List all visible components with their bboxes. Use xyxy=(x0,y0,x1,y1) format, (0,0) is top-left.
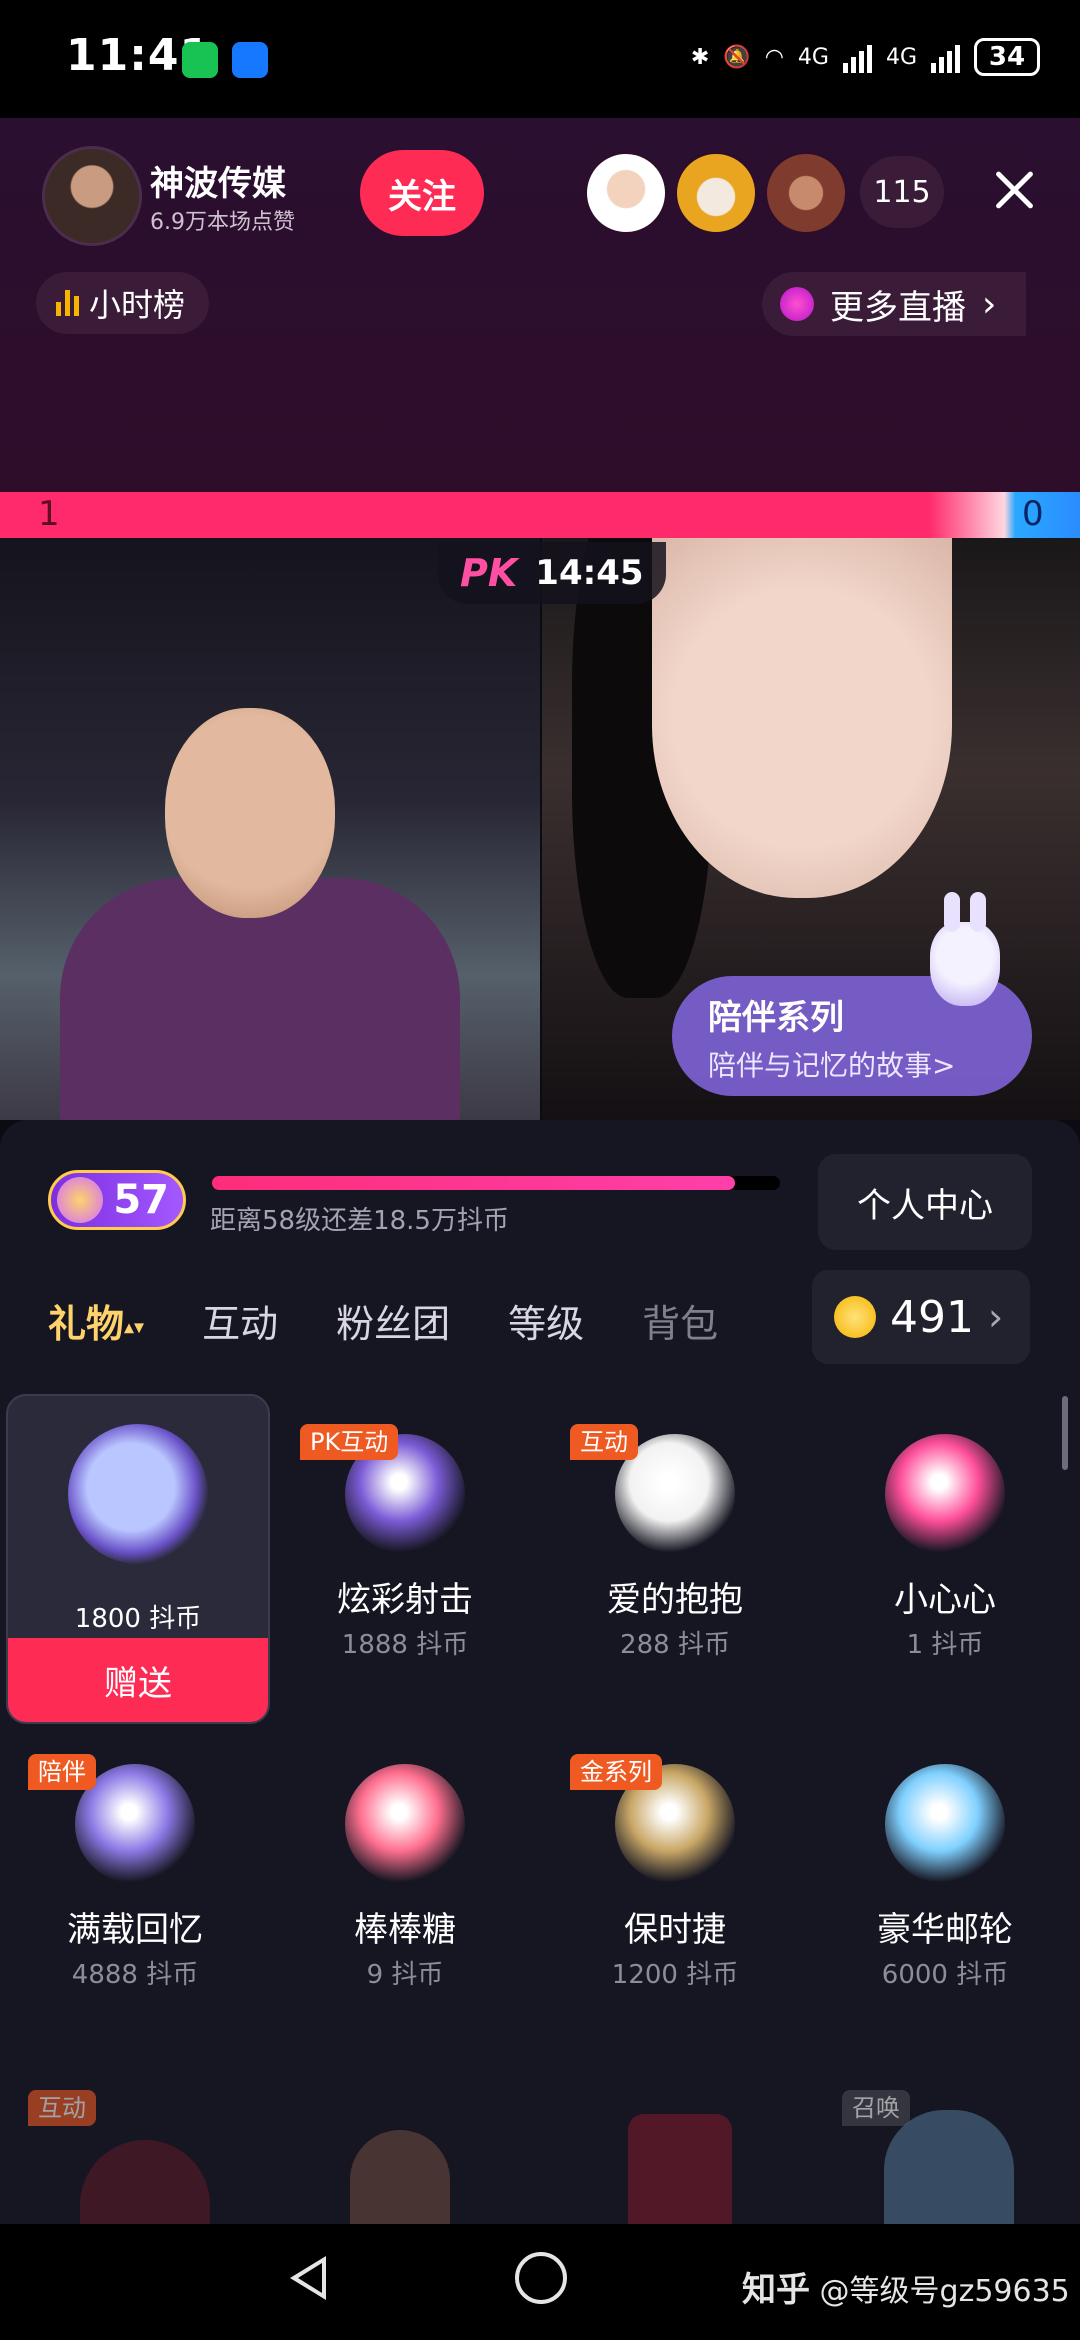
more-live-button[interactable]: 更多直播 › xyxy=(762,272,1027,336)
gift-tag: PK互动 xyxy=(300,1424,399,1460)
mute-icon: 🔕 xyxy=(723,44,751,70)
chevron-right-icon: › xyxy=(987,1295,1004,1339)
bluetooth-icon: ✱ xyxy=(690,44,710,70)
host-name[interactable]: 神波传媒 xyxy=(150,156,286,205)
gift-name: 炫彩射击 xyxy=(337,1580,473,1620)
more-live-label: 更多直播 xyxy=(830,287,966,328)
gift-tag: 金系列 xyxy=(570,1754,662,1790)
pk-right-score: 0 xyxy=(1022,494,1044,534)
gift-tag: 召唤 xyxy=(842,2090,910,2126)
host-avatar[interactable] xyxy=(42,146,142,246)
gift-price: 1 抖币 xyxy=(906,1630,984,1660)
gift-price: 1200 抖币 xyxy=(611,1960,739,1990)
coin-balance: 491 xyxy=(890,1291,974,1343)
gift-name: 小心心 xyxy=(894,1580,996,1620)
wifi-icon: ◠ xyxy=(764,44,784,70)
gift-item[interactable]: 棒棒糖 9 抖币 xyxy=(270,1724,540,2054)
pk-left-score: 1 xyxy=(38,494,60,534)
follow-button[interactable]: 关注 xyxy=(360,150,484,236)
viewer-avatar[interactable] xyxy=(765,152,847,234)
level-hint: 距离58级还差18.5万抖币 xyxy=(210,1206,509,1236)
user-level: 57 xyxy=(113,1177,169,1223)
gift-tabs: 礼物▴▾ 互动 粉丝团 等级 背包 xyxy=(48,1290,718,1350)
companion-title: 陪伴系列 xyxy=(708,998,844,1038)
signal-icon-1 xyxy=(842,41,872,73)
gift-icon xyxy=(885,1764,1005,1884)
rank-bars-icon xyxy=(56,290,79,316)
host-face xyxy=(165,708,335,918)
gift-name: 豪华邮轮 xyxy=(877,1910,1013,1950)
bunny-mascot-icon xyxy=(930,892,1000,1006)
pk-logo: PK xyxy=(460,551,518,595)
viewer-avatar[interactable] xyxy=(585,152,667,234)
send-gift-button[interactable]: 赠送 xyxy=(8,1638,268,1722)
gift-icon xyxy=(885,1434,1005,1554)
gift-tag: 陪伴 xyxy=(28,1754,96,1790)
gift-price: 9 抖币 xyxy=(366,1960,444,1990)
back-icon[interactable] xyxy=(290,2256,326,2300)
home-icon[interactable] xyxy=(515,2252,567,2304)
watermark: 知乎 @等级号gz59635 xyxy=(742,2270,1070,2310)
alipay-notification-icon xyxy=(232,42,268,78)
partial-gift-icon[interactable] xyxy=(628,2114,732,2224)
wechat-notification-icon xyxy=(182,42,218,78)
viewer-count[interactable]: 115 xyxy=(860,156,944,228)
coin-icon xyxy=(834,1296,876,1338)
pk-score-bar xyxy=(0,492,1080,538)
bunny-moon-gift-icon xyxy=(68,1424,208,1564)
network-type-2: 4G xyxy=(885,44,917,70)
gift-name: 棒棒糖 xyxy=(354,1910,456,1950)
tab-level[interactable]: 等级 xyxy=(508,1293,584,1348)
user-level-badge[interactable]: 57 xyxy=(48,1170,186,1230)
hour-rank-label: 小时榜 xyxy=(89,286,186,324)
host-video-stream[interactable] xyxy=(0,538,540,1120)
tab-backpack[interactable]: 背包 xyxy=(642,1293,718,1348)
host-likes: 6.9万本场点赞 xyxy=(150,210,295,235)
coin-balance-button[interactable]: 491 › xyxy=(812,1270,1030,1364)
gift-item[interactable]: 豪华邮轮 6000 抖币 xyxy=(810,1724,1080,2054)
hour-rank-button[interactable]: 小时榜 xyxy=(36,272,210,334)
gift-item[interactable]: 互动爱的抱抱 288 抖币 xyxy=(540,1394,810,1724)
close-icon[interactable] xyxy=(990,165,1040,215)
gift-tag: 互动 xyxy=(28,2090,96,2126)
more-live-icon xyxy=(780,287,814,321)
gift-item[interactable]: PK互动炫彩射击 1888 抖币 xyxy=(270,1394,540,1724)
opponent-face xyxy=(652,538,952,898)
level-star-icon xyxy=(57,1177,103,1223)
signal-icon-2 xyxy=(931,41,960,73)
personal-center-button[interactable]: 个人中心 xyxy=(818,1154,1032,1250)
battery-icon: 34 xyxy=(974,38,1040,76)
gift-item[interactable]: 小心心 1 抖币 xyxy=(810,1394,1080,1724)
network-type-1: 4G xyxy=(797,44,829,70)
gift-name: 满载回忆 xyxy=(67,1910,203,1950)
gift-price: 4888 抖币 xyxy=(71,1960,199,1990)
gift-price: 288 抖币 xyxy=(620,1630,730,1660)
tab-interact[interactable]: 互动 xyxy=(202,1293,278,1348)
sort-icon: ▴▾ xyxy=(124,1314,145,1338)
gift-price: 1888 抖币 xyxy=(341,1630,469,1660)
tab-fan-club[interactable]: 粉丝团 xyxy=(336,1293,450,1348)
gift-icon xyxy=(345,1764,465,1884)
selected-gift-card[interactable]: 1800 抖币 赠送 xyxy=(6,1394,270,1724)
pk-timer: PK 14:45 xyxy=(438,542,666,604)
gift-price: 6000 抖币 xyxy=(881,1960,1009,1990)
status-indicators: ✱ 🔕 ◠ 4G 4G 34 xyxy=(691,38,1040,76)
level-progress-fill xyxy=(212,1176,735,1190)
tab-gift[interactable]: 礼物▴▾ xyxy=(48,1293,144,1348)
partial-gift-icon[interactable] xyxy=(884,2110,1014,2224)
viewer-avatar[interactable] xyxy=(675,152,757,234)
gift-tag: 互动 xyxy=(570,1424,638,1460)
companion-subtitle[interactable]: 陪伴与记忆的故事> xyxy=(708,1044,955,1084)
partial-gift-icon[interactable] xyxy=(350,2130,450,2224)
gift-item[interactable]: 陪伴满载回忆 4888 抖币 xyxy=(0,1724,270,2054)
gift-name: 爱的抱抱 xyxy=(607,1580,743,1620)
selected-gift-price: 1800 抖币 xyxy=(74,1604,202,1634)
gift-item[interactable]: 金系列保时捷 1200 抖币 xyxy=(540,1724,810,2054)
chevron-right-icon: › xyxy=(982,283,997,325)
pk-time: 14:45 xyxy=(535,553,644,593)
gift-name: 保时捷 xyxy=(624,1910,726,1950)
